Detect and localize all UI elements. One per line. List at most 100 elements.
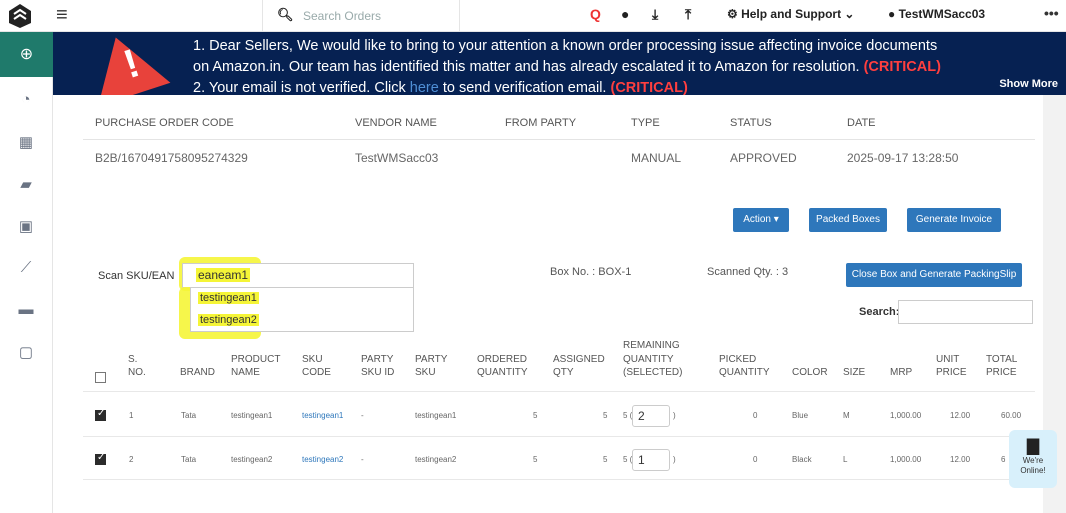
cell-unit: 12.00 xyxy=(950,455,971,464)
box-number: Box No. : BOX-1 xyxy=(550,266,632,278)
row-checkbox[interactable] xyxy=(95,452,106,465)
column-header: QTY xyxy=(553,367,574,378)
from-party-header: FROM PARTY xyxy=(505,117,577,129)
cell-rem-suffix: ) xyxy=(673,455,676,464)
banner-line-1: 1. Dear Sellers, We would like to bring … xyxy=(193,38,938,54)
column-header: PRICE xyxy=(936,367,967,378)
chat-widget[interactable]: ▇ We're Online! xyxy=(1009,430,1057,488)
search-orders[interactable]: 🔍︎ Search Orders xyxy=(262,0,460,32)
upload-circle-icon: ⊕ xyxy=(19,46,34,63)
cell-name: testingean2 xyxy=(231,455,273,464)
chat-icon: ▇ xyxy=(1026,438,1040,455)
cell-mrp: 1,000.00 xyxy=(890,455,922,464)
app-logo[interactable] xyxy=(6,2,34,30)
column-header: REMAINING xyxy=(623,340,680,351)
grid-icon[interactable]: ▦ xyxy=(17,133,35,151)
cell-brand: Tata xyxy=(181,455,197,464)
cell-picked: 0 xyxy=(753,411,758,420)
help-support-menu[interactable]: ⚙ Help and Support ⌄ xyxy=(727,7,854,21)
search-input[interactable]: Search Orders xyxy=(303,9,381,23)
bag-icon[interactable]: ▰ xyxy=(17,175,35,193)
wallet-icon[interactable]: ▬ xyxy=(17,301,35,319)
cell-size: L xyxy=(843,455,848,464)
cell-total: 6 xyxy=(1001,455,1006,464)
cell-picked: 0 xyxy=(753,455,758,464)
column-header: BRAND xyxy=(180,367,216,378)
remaining-qty-input[interactable]: 2 xyxy=(632,405,670,427)
close-box-button[interactable]: Close Box and Generate PackingSlip xyxy=(846,263,1022,287)
scan-sku-label: Scan SKU/EAN xyxy=(98,270,175,282)
cell-sku[interactable]: testingean1 xyxy=(302,411,343,420)
notification-banner: ! 1. Dear Sellers, We would like to brin… xyxy=(53,32,1066,95)
banner-line-3: 2. Your email is not verified. Click her… xyxy=(193,80,688,95)
cell-rem-prefix: 5 ( xyxy=(623,455,633,464)
cell-color: Black xyxy=(792,455,812,464)
user-menu[interactable]: ● TestWMSacc03 xyxy=(888,7,985,21)
cell-sku[interactable]: testingean2 xyxy=(302,455,343,464)
column-header: COLOR xyxy=(792,367,828,378)
download-icon[interactable]: ⤓ xyxy=(652,6,658,23)
user-icon: ● xyxy=(888,7,899,21)
help-icon: ⚙ xyxy=(727,7,742,21)
scanned-qty: Scanned Qty. : 3 xyxy=(707,266,789,278)
sidebar-item-upload[interactable]: ⊕ xyxy=(0,32,53,77)
upload-icon[interactable]: ⤒ xyxy=(685,6,691,23)
column-header: SKU xyxy=(302,353,323,365)
cell-party-sku: testingean2 xyxy=(415,455,457,464)
po-code: B2B/1670491758095274329 xyxy=(95,151,248,165)
menu-icon[interactable]: ≡ xyxy=(56,4,68,27)
type-header: TYPE xyxy=(631,117,660,129)
column-header: QUANTITY xyxy=(623,353,674,365)
action-dropdown-button[interactable]: Action ▾ xyxy=(733,208,789,232)
column-header: UNIT xyxy=(936,353,960,365)
remaining-qty-input[interactable]: 1 xyxy=(632,449,670,471)
table-search-input[interactable] xyxy=(898,300,1033,324)
column-header: ORDERED xyxy=(477,353,528,365)
po-status: APPROVED xyxy=(730,151,797,165)
chevron-down-icon: ⌄ xyxy=(841,7,855,21)
select-all-checkbox[interactable] xyxy=(95,372,106,383)
packed-boxes-button[interactable]: Packed Boxes xyxy=(809,208,887,232)
date-header: DATE xyxy=(847,117,876,129)
generate-invoice-button[interactable]: Generate Invoice xyxy=(907,208,1001,232)
banner-line-2: on Amazon.in. Our team has identified th… xyxy=(193,59,941,75)
cell-unit: 12.00 xyxy=(950,411,971,420)
po-content: PURCHASE ORDER CODE VENDOR NAME FROM PAR… xyxy=(53,95,1043,513)
cell-assigned: 5 xyxy=(603,455,608,464)
more-icon[interactable]: ••• xyxy=(1044,5,1059,21)
alert-search-icon[interactable]: Q xyxy=(590,6,601,22)
po-date: 2025-09-17 13:28:50 xyxy=(847,151,959,165)
cell-ordered: 5 xyxy=(533,411,538,420)
suggestion-item[interactable]: testingean1 xyxy=(198,292,259,304)
dashboard-icon[interactable]: ◔ xyxy=(17,91,35,109)
chart-icon[interactable]: ⟋ xyxy=(17,259,35,277)
cell-rem-suffix: ) xyxy=(673,411,676,420)
column-header: CODE xyxy=(302,367,331,378)
cell-sno: 2 xyxy=(129,455,134,464)
column-header: PICKED xyxy=(719,353,757,365)
column-header: PARTY xyxy=(415,353,448,365)
table-search-label: Search: xyxy=(859,306,900,318)
po-type: MANUAL xyxy=(631,151,682,165)
scan-sku-value: eaneam1 xyxy=(196,268,251,282)
column-header: NO. xyxy=(128,367,146,378)
cell-mrp: 1,000.00 xyxy=(890,411,922,420)
column-header: S. xyxy=(128,353,138,365)
verify-email-link[interactable]: here xyxy=(410,80,439,95)
status-header: STATUS xyxy=(730,117,772,129)
column-header: MRP xyxy=(890,367,913,378)
record-icon[interactable]: ● xyxy=(621,6,629,22)
cell-size: M xyxy=(843,411,850,420)
top-bar: ≡ 🔍︎ Search Orders Q ● ⤓ ⤒ ⚙ Help and Su… xyxy=(0,0,1066,32)
column-header: SKU xyxy=(415,367,436,378)
show-more-button[interactable]: Show More xyxy=(999,78,1058,90)
cell-total: 60.00 xyxy=(1001,411,1022,420)
search-icon: 🔍︎ xyxy=(277,7,294,22)
suggestion-item[interactable]: testingean2 xyxy=(198,314,259,326)
column-header: PRODUCT xyxy=(231,353,281,365)
sku-suggestions: testingean1 testingean2 xyxy=(190,287,414,332)
document-icon[interactable]: ▣ xyxy=(17,217,35,235)
column-header: QUANTITY xyxy=(477,367,528,378)
row-checkbox[interactable] xyxy=(95,408,106,421)
note-icon[interactable]: ▢ xyxy=(17,343,35,361)
